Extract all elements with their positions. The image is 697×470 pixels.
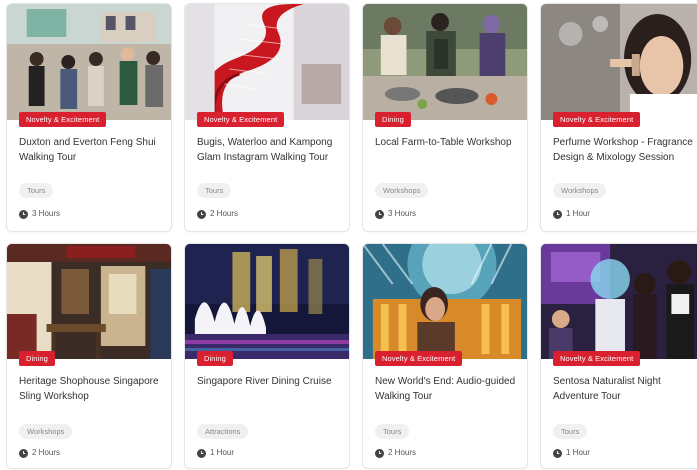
card-title[interactable]: Heritage Shophouse Singapore Sling Works… bbox=[19, 374, 161, 404]
duration-label: 3 Hours bbox=[32, 209, 61, 218]
category-badge: Novelty & Excitement bbox=[197, 112, 285, 127]
category-tag: Workshops bbox=[19, 424, 73, 439]
card-title[interactable]: Local Farm-to-Table Workshop bbox=[375, 135, 517, 150]
experience-card[interactable]: Dining Singapore River Dining Cruise Att… bbox=[184, 243, 350, 469]
card-title[interactable]: Singapore River Dining Cruise bbox=[197, 374, 339, 389]
experience-card[interactable]: Dining Heritage Shophouse Singapore Slin… bbox=[6, 243, 172, 469]
category-badge: Novelty & Excitement bbox=[553, 351, 641, 366]
duration-label: 2 Hours bbox=[32, 448, 61, 457]
experience-card[interactable]: Novelty & Excitement Duxton and Everton … bbox=[6, 3, 172, 232]
experience-card[interactable]: Novelty & Excitement Bugis, Waterloo and… bbox=[184, 3, 350, 232]
experience-card[interactable]: Novelty & Excitement Perfume Workshop - … bbox=[540, 3, 697, 232]
category-tag: Tours bbox=[19, 183, 54, 198]
duration: 2 Hours bbox=[375, 447, 416, 459]
category-tag: Tours bbox=[197, 183, 232, 198]
category-tag: Tours bbox=[375, 424, 410, 439]
duration-label: 1 Hour bbox=[566, 209, 591, 218]
category-badge: Novelty & Excitement bbox=[19, 112, 107, 127]
duration: 2 Hours bbox=[19, 447, 60, 459]
experience-card[interactable]: Novelty & Excitement Sentosa Naturalist … bbox=[540, 243, 697, 469]
card-title[interactable]: Sentosa Naturalist Night Adventure Tour bbox=[553, 374, 695, 404]
duration: 1 Hour bbox=[197, 447, 234, 459]
card-title[interactable]: New World's End: Audio-guided Walking To… bbox=[375, 374, 517, 404]
category-tag: Workshops bbox=[553, 183, 607, 198]
card-image-night-adventure[interactable] bbox=[541, 244, 697, 359]
clock-icon bbox=[553, 448, 562, 458]
card-image-marina-bay-night[interactable] bbox=[185, 244, 349, 359]
card-title[interactable]: Duxton and Everton Feng Shui Walking Tou… bbox=[19, 135, 161, 165]
experience-grid: Novelty & Excitement Duxton and Everton … bbox=[0, 0, 697, 470]
duration: 3 Hours bbox=[19, 208, 60, 220]
duration-label: 1 Hour bbox=[210, 448, 235, 457]
card-image-perfume-workshop[interactable] bbox=[541, 4, 697, 120]
experience-card[interactable]: Novelty & Excitement New World's End: Au… bbox=[362, 243, 528, 469]
clock-icon bbox=[375, 448, 384, 458]
card-title[interactable]: Perfume Workshop - Fragrance Design & Mi… bbox=[553, 135, 695, 165]
duration-label: 1 Hour bbox=[566, 448, 591, 457]
card-title[interactable]: Bugis, Waterloo and Kampong Glam Instagr… bbox=[197, 135, 339, 165]
clock-icon bbox=[375, 209, 384, 219]
duration: 1 Hour bbox=[553, 208, 590, 220]
category-badge: Novelty & Excitement bbox=[375, 351, 463, 366]
duration: 3 Hours bbox=[375, 208, 416, 220]
card-image-street-group[interactable] bbox=[7, 4, 171, 120]
card-image-shophouse-bar[interactable] bbox=[7, 244, 171, 359]
category-badge: Dining bbox=[375, 112, 411, 127]
experience-card[interactable]: Dining Local Farm-to-Table Workshop Work… bbox=[362, 3, 528, 232]
clock-icon bbox=[19, 448, 28, 458]
duration: 2 Hours bbox=[197, 208, 238, 220]
clock-icon bbox=[197, 209, 206, 219]
clock-icon bbox=[19, 209, 28, 219]
category-tag: Tours bbox=[553, 424, 588, 439]
category-badge: Dining bbox=[197, 351, 233, 366]
category-tag: Attractions bbox=[197, 424, 249, 439]
card-image-cooking-class[interactable] bbox=[363, 4, 527, 120]
duration-label: 3 Hours bbox=[388, 209, 417, 218]
clock-icon bbox=[553, 209, 562, 219]
category-tag: Workshops bbox=[375, 183, 429, 198]
card-image-neon-lights[interactable] bbox=[363, 244, 527, 359]
category-badge: Dining bbox=[19, 351, 55, 366]
clock-icon bbox=[197, 448, 206, 458]
duration: 1 Hour bbox=[553, 447, 590, 459]
card-image-spiral-staircase[interactable] bbox=[185, 4, 349, 120]
category-badge: Novelty & Excitement bbox=[553, 112, 641, 127]
duration-label: 2 Hours bbox=[388, 448, 417, 457]
duration-label: 2 Hours bbox=[210, 209, 239, 218]
